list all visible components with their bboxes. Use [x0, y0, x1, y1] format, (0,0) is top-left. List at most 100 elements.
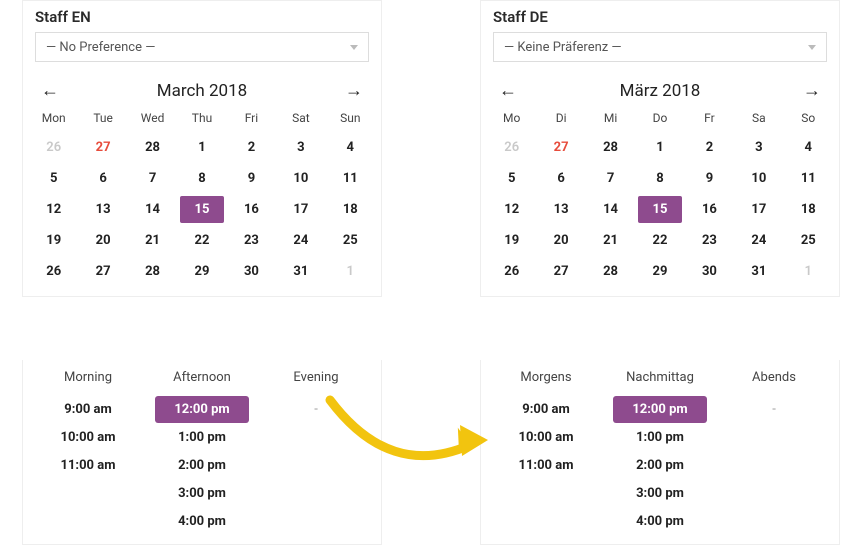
calendar-day[interactable]: 24 — [737, 227, 780, 254]
calendar-day[interactable]: 5 — [32, 165, 75, 192]
calendar-day[interactable]: 11 — [787, 165, 830, 192]
calendar-day[interactable]: 28 — [589, 134, 632, 161]
time-slot[interactable]: 1:00 pm — [155, 424, 249, 451]
calendar-day[interactable]: 16 — [688, 196, 731, 223]
calendar-day[interactable]: 27 — [539, 258, 582, 285]
month-title-en: March 2018 — [157, 81, 247, 101]
calendar-day[interactable]: 30 — [230, 258, 273, 285]
col-afternoon-en: Afternoon — [145, 370, 259, 395]
calendar-day[interactable]: 21 — [589, 227, 632, 254]
calendar-day[interactable]: 14 — [131, 196, 174, 223]
calendar-day[interactable]: 1 — [329, 258, 372, 285]
time-slot[interactable]: 4:00 pm — [613, 508, 707, 535]
calendar-day[interactable]: 4 — [329, 134, 372, 161]
panel-en-title: Staff EN — [23, 1, 381, 32]
calendar-day[interactable]: 27 — [81, 134, 124, 161]
calendar-day[interactable]: 23 — [688, 227, 731, 254]
prev-month-de[interactable]: ← — [499, 80, 517, 101]
calendar-day[interactable]: 29 — [180, 258, 223, 285]
calendar-day[interactable]: 28 — [589, 258, 632, 285]
calendar-day[interactable]: 9 — [688, 165, 731, 192]
month-bar-en: ← March 2018 → — [23, 70, 381, 107]
calendar-day[interactable]: 26 — [32, 134, 75, 161]
time-slot[interactable]: 9:00 am — [41, 396, 135, 423]
calendar-day[interactable]: 28 — [131, 258, 174, 285]
time-slot[interactable]: 3:00 pm — [613, 480, 707, 507]
calendar-day[interactable]: 25 — [329, 227, 372, 254]
calendar-day[interactable]: 1 — [180, 134, 223, 161]
calendar-day[interactable]: 26 — [490, 134, 533, 161]
calendar-day[interactable]: 19 — [490, 227, 533, 254]
calendar-day[interactable]: 17 — [279, 196, 322, 223]
time-slot[interactable]: 12:00 pm — [155, 396, 249, 423]
calendar-day[interactable]: 25 — [787, 227, 830, 254]
calendar-day[interactable]: 5 — [490, 165, 533, 192]
panel-en: Staff EN — No Preference — ← March 2018 … — [22, 0, 382, 297]
calendar-day[interactable]: 2 — [688, 134, 731, 161]
next-month-de[interactable]: → — [803, 80, 821, 101]
calendar-day[interactable]: 11 — [329, 165, 372, 192]
time-slot[interactable]: 1:00 pm — [613, 424, 707, 451]
calendar-day[interactable]: 26 — [490, 258, 533, 285]
calendar-day[interactable]: 17 — [737, 196, 780, 223]
dow-label: Fr — [685, 107, 734, 131]
time-slot[interactable]: 2:00 pm — [613, 452, 707, 479]
staff-select-en[interactable]: — No Preference — — [35, 32, 369, 62]
calendar-day[interactable]: 13 — [539, 196, 582, 223]
calendar-day[interactable]: 8 — [638, 165, 681, 192]
time-slot[interactable]: 10:00 am — [499, 424, 593, 451]
time-slot[interactable]: 11:00 am — [499, 452, 593, 479]
prev-month-en[interactable]: ← — [41, 80, 59, 101]
calendar-day[interactable]: 10 — [737, 165, 780, 192]
calendar-day[interactable]: 15 — [638, 196, 681, 223]
calendar-day[interactable]: 14 — [589, 196, 632, 223]
calendar-day[interactable]: 28 — [131, 134, 174, 161]
calendar-day[interactable]: 27 — [81, 258, 124, 285]
calendar-day[interactable]: 7 — [131, 165, 174, 192]
calendar-day[interactable]: 12 — [490, 196, 533, 223]
calendar-day[interactable]: 24 — [279, 227, 322, 254]
calendar-day[interactable]: 31 — [737, 258, 780, 285]
calendar-day[interactable]: 1 — [787, 258, 830, 285]
time-slot[interactable]: 11:00 am — [41, 452, 135, 479]
calendar-day[interactable]: 9 — [230, 165, 273, 192]
calendar-day[interactable]: 30 — [688, 258, 731, 285]
calendar-day[interactable]: 18 — [787, 196, 830, 223]
calendar-day[interactable]: 19 — [32, 227, 75, 254]
time-slot[interactable]: 12:00 pm — [613, 396, 707, 423]
time-slot[interactable]: 10:00 am — [41, 424, 135, 451]
calendar-day[interactable]: 18 — [329, 196, 372, 223]
staff-select-de[interactable]: — Keine Präferenz — — [493, 32, 827, 62]
calendar-day[interactable]: 1 — [638, 134, 681, 161]
calendar-day[interactable]: 20 — [539, 227, 582, 254]
time-slot[interactable]: 9:00 am — [499, 396, 593, 423]
calendar-day[interactable]: 26 — [32, 258, 75, 285]
calendar-day[interactable]: 7 — [589, 165, 632, 192]
calendar-day[interactable]: 3 — [279, 134, 322, 161]
calendar-day[interactable]: 4 — [787, 134, 830, 161]
next-month-en[interactable]: → — [345, 80, 363, 101]
calendar-day[interactable]: 8 — [180, 165, 223, 192]
calendar-day[interactable]: 20 — [81, 227, 124, 254]
calendar-day[interactable]: 12 — [32, 196, 75, 223]
time-slot[interactable]: 4:00 pm — [155, 508, 249, 535]
calendar-day[interactable]: 27 — [539, 134, 582, 161]
calendar-day[interactable]: 15 — [180, 196, 223, 223]
calendar-day[interactable]: 21 — [131, 227, 174, 254]
calendar-day[interactable]: 10 — [279, 165, 322, 192]
calendar-day[interactable]: 6 — [539, 165, 582, 192]
calendar-day[interactable]: 6 — [81, 165, 124, 192]
calendar-day[interactable]: 3 — [737, 134, 780, 161]
calendar-day[interactable]: 23 — [230, 227, 273, 254]
chevron-down-icon — [808, 45, 816, 50]
calendar-day[interactable]: 29 — [638, 258, 681, 285]
time-slot[interactable]: 2:00 pm — [155, 452, 249, 479]
calendar-day[interactable]: 13 — [81, 196, 124, 223]
calendar-day[interactable]: 22 — [638, 227, 681, 254]
time-slot[interactable]: 3:00 pm — [155, 480, 249, 507]
dow-label: Mon — [29, 107, 78, 131]
calendar-day[interactable]: 31 — [279, 258, 322, 285]
calendar-day[interactable]: 2 — [230, 134, 273, 161]
calendar-day[interactable]: 16 — [230, 196, 273, 223]
calendar-day[interactable]: 22 — [180, 227, 223, 254]
